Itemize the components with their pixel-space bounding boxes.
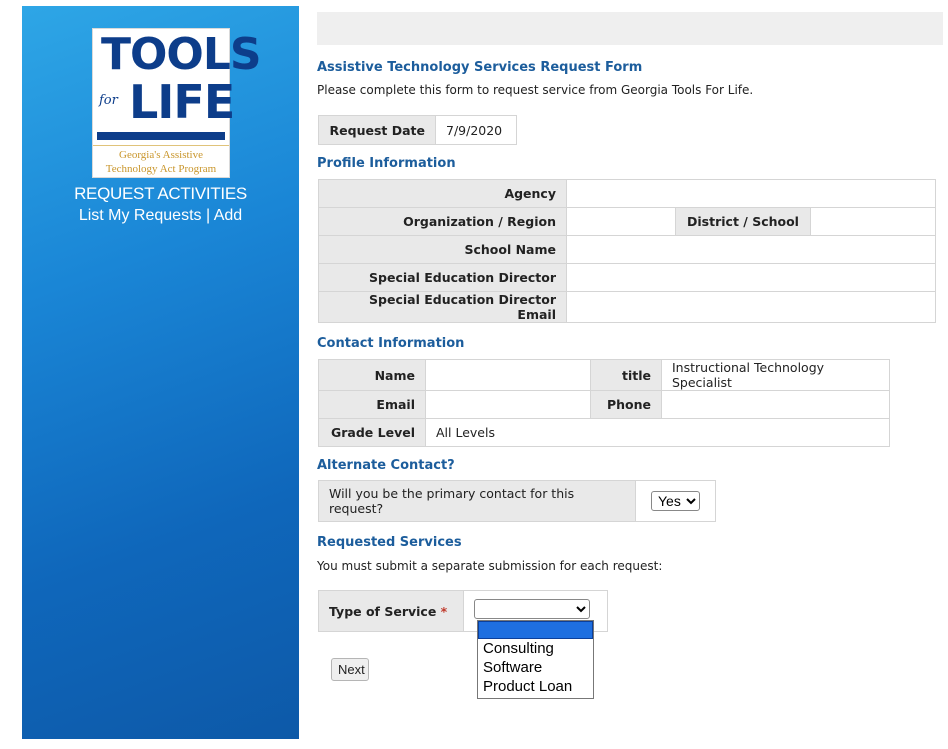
top-banner: [317, 12, 943, 45]
request-date-table: Request Date 7/9/2020: [318, 115, 517, 145]
phone-field[interactable]: [661, 390, 890, 419]
nav-separator: |: [205, 207, 211, 224]
service-option-blank[interactable]: [478, 621, 593, 639]
name-label: Name: [318, 359, 426, 391]
tools-for-life-logo[interactable]: TOOLS for LIFE Georgia's Assistive Techn…: [92, 28, 262, 178]
request-date-label: Request Date: [318, 115, 436, 145]
service-option-consulting[interactable]: Consulting: [478, 639, 593, 658]
services-section-title: Requested Services: [317, 535, 462, 550]
service-option-product-loan[interactable]: Product Loan: [478, 677, 593, 696]
phone-label: Phone: [590, 390, 662, 419]
nav-title: REQUEST ACTIVITIES: [74, 184, 247, 203]
logo-mark: TOOLS for LIFE: [93, 29, 262, 147]
profile-section-title: Profile Information: [317, 156, 456, 171]
logo-tagline-line1: Georgia's Assistive: [119, 149, 203, 161]
email-label: Email: [318, 390, 426, 419]
alternate-section-title: Alternate Contact?: [317, 458, 455, 473]
school-name-field[interactable]: [566, 235, 936, 264]
org-region-label: Organization / Region: [318, 207, 567, 236]
request-date-value: 7/9/2020: [435, 115, 517, 145]
sped-email-field[interactable]: [566, 291, 936, 323]
agency-label: Agency: [318, 179, 567, 208]
email-field[interactable]: [425, 390, 591, 419]
logo-tagline-line2: Technology Act Program: [105, 163, 217, 175]
add-request-link[interactable]: Add: [214, 207, 242, 224]
type-of-service-text: Type of Service: [329, 603, 437, 619]
type-of-service-dropdown-list[interactable]: Consulting Software Product Loan: [477, 620, 594, 699]
agency-field[interactable]: [566, 179, 936, 208]
service-option-software[interactable]: Software: [478, 658, 593, 677]
next-button[interactable]: Next: [331, 658, 369, 681]
sidebar: TOOLS for LIFE Georgia's Assistive Techn…: [22, 6, 299, 739]
nav-links: List My Requests | Add: [22, 207, 299, 225]
sped-email-label: Special Education Director Email: [318, 291, 567, 323]
grade-level-label: Grade Level: [318, 418, 426, 447]
primary-contact-question: Will you be the primary contact for this…: [318, 480, 636, 522]
logo-tools-text: TOOLS: [101, 29, 262, 80]
required-marker: *: [440, 603, 448, 619]
logo-for-text: for: [99, 93, 118, 108]
district-school-label: District / School: [675, 207, 811, 236]
form-intro: Please complete this form to request ser…: [317, 83, 754, 97]
logo-tagline: Georgia's Assistive Technology Act Progr…: [93, 145, 229, 177]
contact-section-title: Contact Information: [317, 336, 465, 351]
sped-director-field[interactable]: [566, 263, 936, 292]
name-field[interactable]: [425, 359, 591, 391]
primary-contact-cell: Yes: [635, 480, 716, 522]
type-of-service-label: Type of Service *: [318, 590, 464, 632]
primary-contact-select[interactable]: Yes: [651, 491, 700, 511]
contact-table: Name title Instructional Technology Spec…: [318, 359, 890, 447]
title-label: title: [590, 359, 662, 391]
type-of-service-select[interactable]: [474, 599, 590, 619]
list-my-requests-link[interactable]: List My Requests: [79, 207, 202, 224]
sped-director-label: Special Education Director: [318, 263, 567, 292]
logo-bar: [97, 132, 225, 140]
district-school-field[interactable]: [810, 207, 936, 236]
form-title: Assistive Technology Services Request Fo…: [317, 60, 643, 75]
profile-table: Agency Organization / Region District / …: [318, 179, 936, 323]
school-name-label: School Name: [318, 235, 567, 264]
org-region-field[interactable]: [566, 207, 676, 236]
alternate-contact-table: Will you be the primary contact for this…: [318, 480, 716, 522]
grade-level-field[interactable]: All Levels: [425, 418, 890, 447]
logo-life-text: LIFE: [129, 75, 235, 129]
title-field[interactable]: Instructional Technology Specialist: [661, 359, 890, 391]
services-note: You must submit a separate submission fo…: [317, 559, 663, 573]
